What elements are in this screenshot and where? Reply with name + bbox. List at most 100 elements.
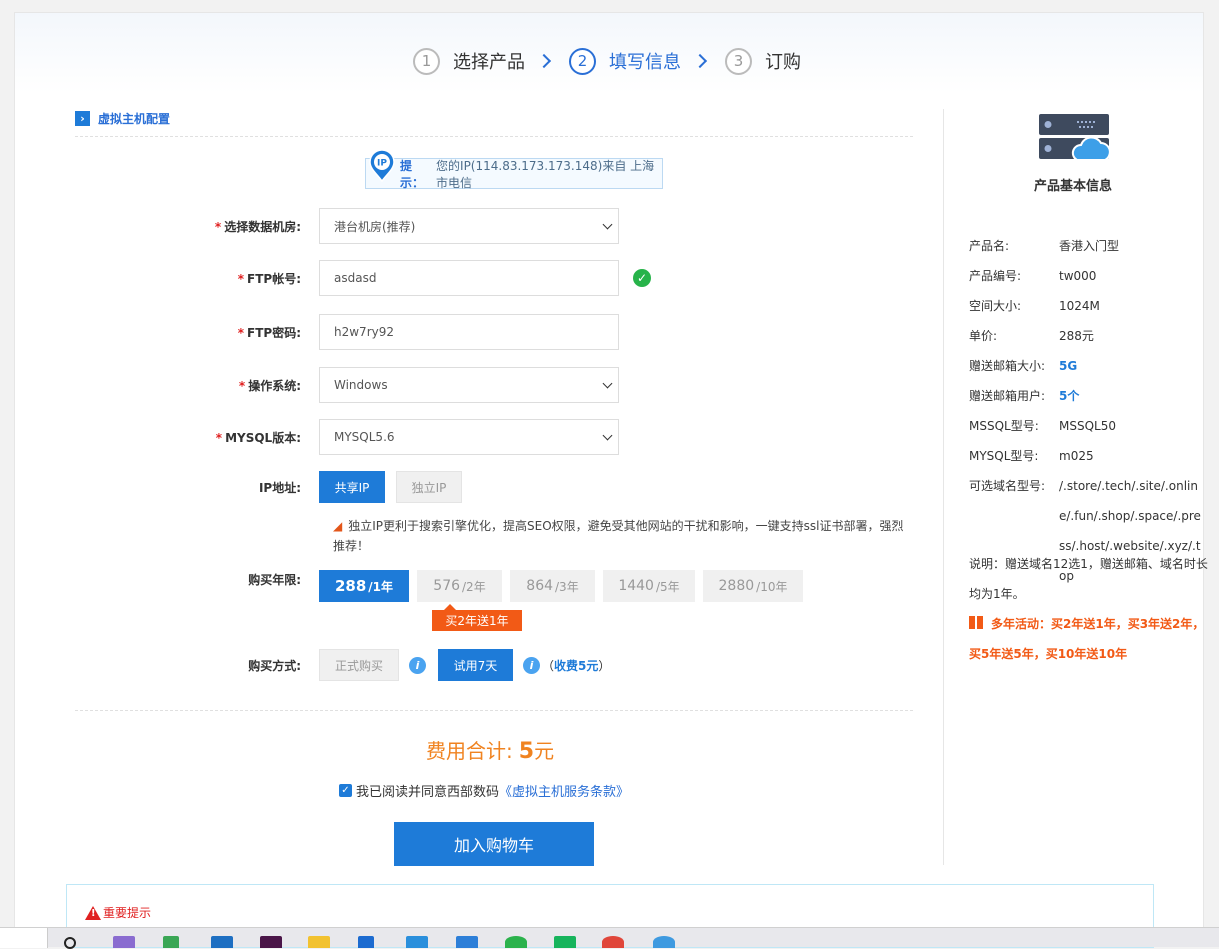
total-label: 费用合计:: [426, 739, 513, 763]
mail-icon[interactable]: [211, 936, 233, 948]
search-icon[interactable]: [64, 937, 76, 949]
section-title: › 虚拟主机配置: [75, 110, 170, 127]
divider: [75, 710, 913, 711]
folder-icon[interactable]: [308, 936, 330, 948]
info-row: MSSQL型号: MSSQL50: [969, 419, 1116, 433]
code-icon[interactable]: [406, 936, 428, 948]
ftp-account-label: * FTP帐号:: [237, 271, 301, 286]
step-number: 1: [413, 47, 440, 75]
page: 1 选择产品 2 填写信息 3 订购 › 虚拟主机配置 提示： 您的IP(114…: [14, 12, 1208, 948]
chevron-down-icon: [602, 378, 613, 389]
trial-button[interactable]: 试用7天: [438, 649, 513, 681]
speaker-icon: ◢: [333, 519, 343, 533]
datacenter-value: 港台机房(推荐): [334, 219, 416, 234]
ip-note: ◢ 独立IP更利于搜索引擎优化，提高SEO权限，避免受其他网站的干扰和影响，一键支…: [333, 516, 913, 556]
step-indicator: 1 选择产品 2 填写信息 3 订购: [413, 46, 801, 76]
ftp-password-value: h2w7ry92: [334, 325, 394, 339]
ip-note-text: 独立IP更利于搜索引擎优化，提高SEO权限，避免受其他网站的干扰和影响，一键支持…: [333, 519, 904, 553]
mysql-select[interactable]: MYSQL5.6: [319, 419, 619, 455]
warning-icon: [85, 905, 101, 920]
step-number: 2: [569, 47, 596, 75]
total-unit: 元: [534, 739, 555, 763]
notice-title-text: 重要提示: [103, 906, 152, 920]
app-icon[interactable]: [456, 936, 478, 948]
divider: [75, 136, 913, 137]
info-icon[interactable]: i: [409, 656, 426, 674]
years-row: 购买年限: 288/1年 576/2年 864/3年 1440/5年 2880/…: [75, 570, 811, 602]
chevron-down-icon: [602, 430, 613, 441]
info-row: 赠送邮箱用户: 5个: [969, 389, 1080, 403]
ftp-account-value: asdasd: [334, 271, 377, 285]
shield-icon[interactable]: [358, 936, 374, 948]
ftp-account-input[interactable]: asdasd: [319, 260, 619, 296]
chevron-right-icon: ›: [75, 111, 90, 126]
os-select[interactable]: Windows: [319, 367, 619, 403]
step-3: 3 订购: [725, 47, 801, 75]
os-value: Windows: [334, 378, 388, 392]
server-cloud-icon: [1039, 114, 1111, 161]
app-icon[interactable]: [554, 936, 576, 948]
step-label: 订购: [765, 52, 801, 73]
info-row: 产品名: 香港入门型: [969, 239, 1120, 253]
ftp-password-row: * FTP密码: h2w7ry92: [75, 314, 619, 350]
ip-pin-icon: IP: [369, 150, 395, 182]
app-icon[interactable]: [163, 936, 179, 948]
formal-purchase-button[interactable]: 正式购买: [319, 649, 399, 681]
trial-fee: （收费5元）: [542, 658, 611, 673]
terms-text: 我已阅读并同意西部数码: [356, 785, 500, 800]
app-icon[interactable]: [113, 936, 135, 948]
year-option-1[interactable]: 288/1年: [319, 570, 409, 602]
step-number: 3: [725, 47, 752, 75]
datacenter-label: * 选择数据机房:: [214, 219, 301, 234]
step-2: 2 填写信息: [569, 47, 681, 75]
years-label: 购买年限:: [248, 572, 301, 587]
step-label: 选择产品: [453, 52, 525, 73]
terms-link[interactable]: 《虚拟主机服务条款》: [499, 781, 629, 800]
total-cost: 费用合计: 5 元: [426, 735, 554, 764]
terms-checkbox[interactable]: ✓: [339, 784, 352, 797]
year-option-10[interactable]: 2880/10年: [703, 570, 803, 602]
check-circle-icon: ✓: [633, 269, 651, 287]
section-title-text: 虚拟主机配置: [98, 112, 171, 126]
mysql-row: * MYSQL版本: MYSQL5.6: [75, 419, 619, 455]
year-option-2[interactable]: 576/2年: [417, 570, 502, 602]
info-row: 产品编号: tw000: [969, 269, 1097, 283]
os-row: * 操作系统: Windows: [75, 367, 619, 403]
year-option-3[interactable]: 864/3年: [510, 570, 595, 602]
total-amount: 5: [518, 739, 535, 764]
info-row: 赠送邮箱大小: 5G: [969, 359, 1078, 373]
ip-tip: 提示： 您的IP(114.83.173.173.148)来自 上海市电信: [365, 158, 663, 190]
info-row: MYSQL型号: m025: [969, 449, 1094, 463]
ip-row: IP地址: 共享IP 独立IP: [75, 471, 462, 503]
datacenter-select[interactable]: 港台机房(推荐): [319, 208, 619, 244]
purchase-label: 购买方式:: [248, 658, 301, 673]
info-icon[interactable]: i: [523, 656, 540, 674]
ie-icon[interactable]: [653, 936, 675, 948]
panel-title: 产品基本信息: [1033, 179, 1112, 194]
chevron-down-icon: [602, 219, 613, 230]
info-row: 单价: 288元: [969, 329, 1094, 343]
step-1: 1 选择产品: [413, 47, 525, 75]
divider: [943, 109, 944, 865]
product-info-list: 产品名: 香港入门型 产品编号: tw000 空间大小: 1024M 单价: 288元 …: [969, 231, 1205, 591]
chat-icon[interactable]: [505, 936, 527, 948]
app-icon[interactable]: [260, 936, 282, 948]
browser-icon[interactable]: [602, 936, 624, 948]
step-label: 填写信息: [609, 52, 681, 73]
dedicated-ip-button[interactable]: 独立IP: [396, 471, 462, 503]
taskbar-search[interactable]: [0, 928, 48, 948]
ftp-account-row: * FTP帐号: asdasd ✓: [75, 260, 651, 296]
ftp-password-input[interactable]: h2w7ry92: [319, 314, 619, 350]
promo-tag: 买2年送1年: [432, 604, 522, 631]
shared-ip-button[interactable]: 共享IP: [319, 471, 385, 503]
add-to-cart-button[interactable]: 加入购物车: [394, 822, 594, 866]
panel-promo: 多年活动：买2年送1年，买3年送2年，买5年送5年，买10年送10年: [969, 616, 1205, 661]
chevron-right-icon: [692, 53, 708, 69]
tip-label: 提示：: [400, 158, 425, 190]
mysql-label: * MYSQL版本:: [215, 430, 301, 445]
svg-text:IP: IP: [377, 159, 387, 169]
purchase-row: 购买方式: 正式购买 i 试用7天 i （收费5元）: [75, 649, 610, 681]
taskbar: [0, 927, 1219, 949]
year-option-5[interactable]: 1440/5年: [603, 570, 695, 602]
terms-agreement: ✓ 我已阅读并同意西部数码 《虚拟主机服务条款》: [339, 781, 629, 800]
